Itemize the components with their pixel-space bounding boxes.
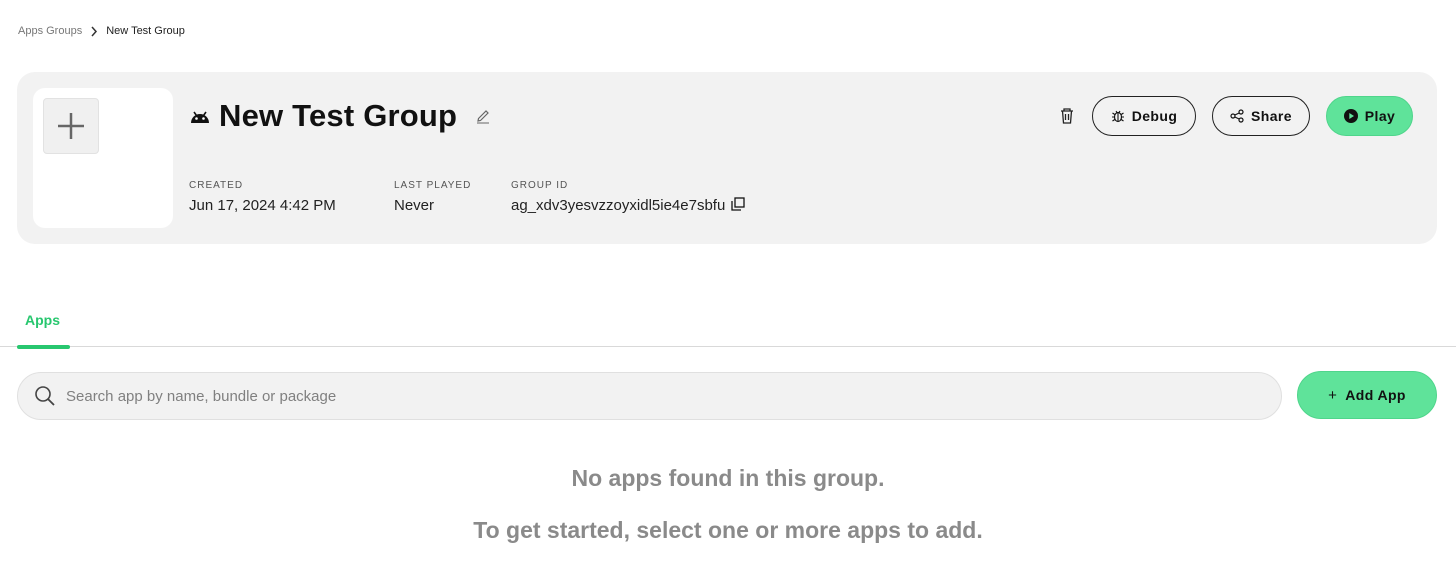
plus-icon — [58, 113, 84, 139]
play-button[interactable]: Play — [1326, 96, 1413, 136]
breadcrumb-current: New Test Group — [106, 25, 185, 37]
last-played-label: LAST PLAYED — [394, 180, 472, 191]
tab-apps[interactable]: Apps — [17, 300, 70, 349]
page-title: New Test Group — [219, 98, 458, 133]
pencil-icon[interactable] — [475, 108, 491, 124]
add-app-label: Add App — [1345, 387, 1406, 403]
search-bar — [17, 372, 1282, 420]
tab-bar: Apps — [0, 300, 1456, 349]
share-label: Share — [1251, 108, 1292, 124]
plus-icon: + — [1328, 386, 1338, 404]
play-icon — [1343, 109, 1358, 123]
created-value: Jun 17, 2024 4:42 PM — [189, 197, 336, 214]
created-meta: CREATED Jun 17, 2024 4:42 PM — [189, 180, 336, 214]
debug-label: Debug — [1131, 108, 1178, 124]
group-title-row: New Test Group — [189, 98, 491, 134]
debug-button[interactable]: Debug — [1092, 96, 1196, 136]
bug-icon — [1111, 110, 1124, 123]
android-icon — [189, 105, 211, 127]
add-thumbnail-button[interactable] — [43, 98, 99, 154]
delete-button[interactable] — [1059, 107, 1075, 125]
copy-icon[interactable] — [731, 196, 745, 211]
last-played-value: Never — [394, 197, 435, 214]
group-id-meta: GROUP ID ag_xdv3yesvzzoyxidl5ie4e7sbfu — [511, 180, 745, 214]
group-thumbnail — [33, 88, 173, 228]
tab-active-indicator — [17, 345, 70, 349]
share-icon — [1230, 109, 1244, 123]
tab-apps-label: Apps — [25, 312, 60, 328]
group-id-row: ag_xdv3yesvzzoyxidl5ie4e7sbfu — [511, 196, 745, 214]
chevron-right-icon — [90, 26, 98, 37]
trash-icon — [1061, 108, 1073, 124]
play-label: Play — [1364, 108, 1396, 124]
group-header-card: New Test Group CREATED Jun 17, 2024 4:42… — [17, 72, 1437, 244]
breadcrumb-apps-groups-link[interactable]: Apps Groups — [18, 25, 82, 37]
empty-state-title: No apps found in this group. — [571, 465, 885, 491]
search-input[interactable] — [66, 387, 1246, 405]
empty-state-subtitle: To get started, select one or more apps … — [473, 517, 983, 543]
breadcrumb: Apps Groups New Test Group — [18, 25, 185, 37]
group-id-label: GROUP ID — [511, 180, 569, 191]
group-id-value: ag_xdv3yesvzzoyxidl5ie4e7sbfu — [511, 197, 726, 214]
last-played-meta: LAST PLAYED Never — [394, 180, 471, 214]
add-app-button[interactable]: + Add App — [1297, 371, 1437, 419]
share-button[interactable]: Share — [1212, 96, 1310, 136]
search-icon — [34, 385, 56, 407]
created-label: CREATED — [189, 180, 244, 191]
